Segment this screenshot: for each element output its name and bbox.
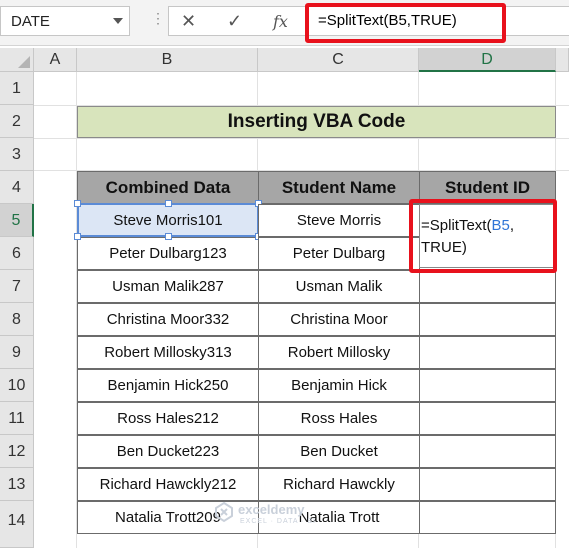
cell-c13[interactable]: Richard Hawckly [258, 468, 420, 501]
cell-b6[interactable]: Peter Dulbarg123 [77, 237, 259, 270]
cell-d13[interactable] [419, 468, 556, 501]
row-header-14[interactable]: 14 [0, 501, 34, 548]
row-header-9[interactable]: 9 [0, 336, 34, 369]
formula-text: =SplitText(B5,TRUE) [318, 12, 457, 29]
cell-c11[interactable]: Ross Hales [258, 402, 420, 435]
close-icon[interactable]: ✕ [181, 11, 196, 32]
formula-input[interactable]: =SplitText(B5,TRUE) [306, 6, 569, 36]
formula-comma: , [509, 217, 514, 234]
cell-d14[interactable] [419, 501, 556, 534]
row-header-1[interactable]: 1 [0, 72, 34, 105]
formula-reference: B5 [491, 217, 510, 234]
row-header-10[interactable]: 10 [0, 369, 34, 402]
cell-c10[interactable]: Benjamin Hick [258, 369, 420, 402]
cell-d9[interactable] [419, 336, 556, 369]
row-header-4[interactable]: 4 [0, 171, 34, 204]
chevron-down-icon[interactable] [113, 18, 123, 24]
formula-fn-text: =SplitText( [421, 217, 492, 234]
formula-buttons: ✕ ✓ fx [168, 6, 308, 36]
drag-handle-icon[interactable]: ⋮ [151, 10, 165, 32]
cell-b5[interactable]: Steve Morris101 [77, 203, 259, 237]
cell-d8[interactable] [419, 303, 556, 336]
cell-c6[interactable]: Peter Dulbarg [258, 237, 420, 270]
column-header-e[interactable] [556, 48, 569, 72]
cell-d10[interactable] [419, 369, 556, 402]
row-header-13[interactable]: 13 [0, 468, 34, 501]
cell-b9[interactable]: Robert Millosky313 [77, 336, 259, 369]
cell-c5[interactable]: Steve Morris [258, 204, 420, 237]
name-box-value: DATE [11, 13, 50, 30]
watermark-brand: exceldemy [238, 502, 305, 517]
column-header-b[interactable]: B [77, 48, 258, 72]
cell-b11[interactable]: Ross Hales212 [77, 402, 259, 435]
cell-c8[interactable]: Christina Moor [258, 303, 420, 336]
cell-b12[interactable]: Ben Ducket223 [77, 435, 259, 468]
column-header-d[interactable]: D [419, 48, 556, 72]
header-student-id[interactable]: Student ID [419, 171, 556, 204]
row-header-2[interactable]: 2 [0, 105, 34, 138]
select-all-corner[interactable] [0, 48, 34, 72]
formula-bar: DATE ⋮ ✕ ✓ fx =SplitText(B5,TRUE) [0, 0, 569, 46]
exceldemy-logo-icon [215, 501, 233, 523]
column-header-a[interactable]: A [34, 48, 77, 72]
cell-c7[interactable]: Usman Malik [258, 270, 420, 303]
selection-handle[interactable] [165, 233, 172, 240]
row-header-5[interactable]: 5 [0, 204, 34, 237]
row-header-8[interactable]: 8 [0, 303, 34, 336]
cell-c12[interactable]: Ben Ducket [258, 435, 420, 468]
row-header-7[interactable]: 7 [0, 270, 34, 303]
selection-handle[interactable] [74, 200, 81, 207]
check-icon[interactable]: ✓ [227, 11, 242, 32]
cell-b13[interactable]: Richard Hawckly212 [77, 468, 259, 501]
cell-d11[interactable] [419, 402, 556, 435]
cell-d5-editor[interactable]: =SplitText(B5, TRUE) [419, 204, 556, 268]
cell-d7[interactable] [419, 270, 556, 303]
row-header-3[interactable]: 3 [0, 138, 34, 171]
selection-handle[interactable] [74, 233, 81, 240]
cell-b10[interactable]: Benjamin Hick250 [77, 369, 259, 402]
row-header-11[interactable]: 11 [0, 402, 34, 435]
row-header-6[interactable]: 6 [0, 237, 34, 270]
selection-handle[interactable] [165, 200, 172, 207]
cell-b8[interactable]: Christina Moor332 [77, 303, 259, 336]
cell-c9[interactable]: Robert Millosky [258, 336, 420, 369]
formula-arg-text: TRUE) [421, 239, 467, 256]
name-box[interactable]: DATE [0, 6, 130, 36]
sheet-title[interactable]: Inserting VBA Code [77, 106, 556, 138]
column-header-c[interactable]: C [258, 48, 419, 72]
cell-d12[interactable] [419, 435, 556, 468]
row-header-12[interactable]: 12 [0, 435, 34, 468]
cell-b7[interactable]: Usman Malik287 [77, 270, 259, 303]
watermark-tagline: EXCEL · DATA · BI [240, 518, 316, 525]
header-student-name[interactable]: Student Name [258, 171, 420, 204]
insert-function-icon[interactable]: fx [273, 12, 288, 31]
